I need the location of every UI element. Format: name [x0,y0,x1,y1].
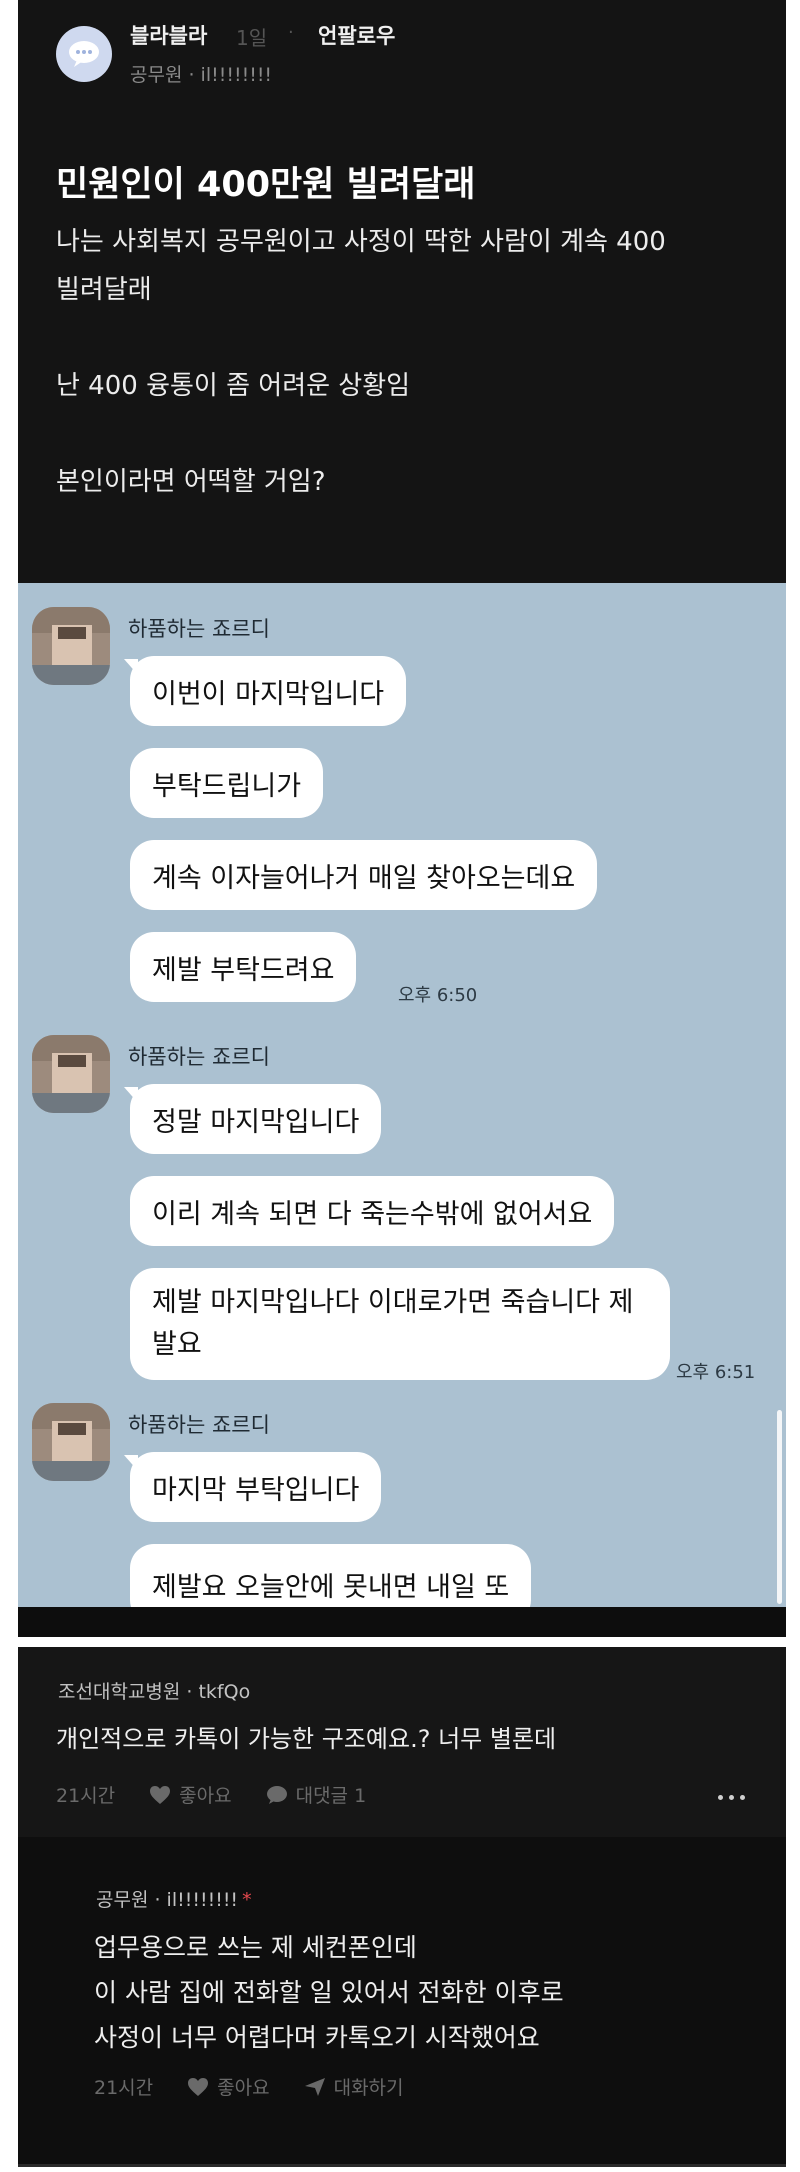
post-card: 블라블라 1일 · 언팔로우 공무원 · il!!!!!!!! 민원인이 400… [18,0,786,583]
chat-message: 이리 계속 되면 다 죽는수밖에 없어서요 [130,1176,615,1246]
comment-actions: 21시간 좋아요 대댓글 1 [56,1781,400,1808]
message-time: 오후 6:50 [398,985,478,1006]
chat-message: 제발요 오늘안에 못내면 내일 또 [130,1544,532,1607]
reply-button[interactable]: 대댓글 1 [266,1781,367,1808]
reply-time-group: 21시간 [94,2073,153,2100]
chat-message: 제발 부탁드려요 [130,932,357,1002]
like-button[interactable]: 좋아요 [149,1781,232,1808]
send-icon [304,2077,325,2096]
reply-time: 21시간 [94,2077,154,2099]
post-body-line: 난 400 융통이 좀 어려운 상황임 [56,371,411,401]
post-time: 1일 [236,26,268,50]
chat-scrollbar[interactable] [777,1410,782,1604]
like-label: 좋아요 [179,1785,232,1807]
post-body-line [56,410,756,458]
reply-line: 사정이 너무 어렵다며 카톡오기 시작했어요 [94,2023,540,2052]
speech-bubble-icon [266,1785,287,1804]
reply-comment: 공무원 · il!!!!!!!! * 업무용으로 쓰는 제 세컨폰인데 이 사람 … [18,1837,786,2164]
chat-label: 대화하기 [333,2077,404,2099]
chat-message: 계속 이자늘어나거 매일 찾아오는데요 [130,840,598,910]
more-options-icon[interactable] [718,1795,745,1800]
post-title: 민원인이 400만원 빌려달래 [56,165,476,205]
author-name[interactable]: 블라블라 [130,20,207,50]
chat-message: 부탁드립니가 [130,748,324,818]
post-body-line: 빌려달래 [56,275,152,305]
chat-screenshot: 하품하는 죠르디 이번이 마지막입니다 부탁드립니가 계속 이자늘어나거 매일 … [18,583,786,1607]
comment-time-group: 21시간 [56,1781,115,1808]
sender-avatar [32,607,110,685]
chat-message: 마지막 부탁입니다 [130,1452,382,1522]
sender-name: 하품하는 죠르디 [128,1045,270,1069]
sender-name: 하품하는 죠르디 [128,1413,270,1437]
author-avatar[interactable] [56,26,112,82]
comment-text: 개인적으로 카톡이 가능한 구조예요.? 너무 별론데 [56,1725,557,1753]
divider [18,2164,786,2167]
author-badge: * [242,1889,252,1911]
comment-author[interactable]: 조선대학교병원 · tkfQo [58,1677,250,1704]
comment-time: 21시간 [56,1785,116,1807]
heart-icon [188,2077,209,2096]
message-time: 오후 6:51 [676,1362,756,1383]
post-body-line: 본인이라면 어떡할 거임? [56,467,326,497]
comment: 조선대학교병원 · tkfQo 개인적으로 카톡이 가능한 구조예요.? 너무 … [18,1647,786,1837]
chat-message: 이번이 마지막입니다 [130,656,407,726]
reply-author[interactable]: 공무원 · il!!!!!!!! * [96,1885,252,1912]
post-body-line: 나는 사회복지 공무원이고 사정이 딱한 사람이 계속 400 [56,227,666,257]
like-button[interactable]: 좋아요 [187,2073,270,2100]
author-meta: 공무원 · il!!!!!!!! [130,64,273,86]
sender-avatar [32,1403,110,1481]
chat-bottom-bar [18,1607,786,1637]
post-body-line [56,314,756,362]
chat-button[interactable]: 대화하기 [304,2073,404,2100]
unfollow-button[interactable]: 언팔로우 [318,20,395,50]
reply-line: 업무용으로 쓰는 제 세컨폰인데 [94,1933,417,1962]
reply-label: 대댓글 1 [295,1785,367,1807]
reply-author-name: 공무원 · il!!!!!!!! [96,1889,239,1911]
reply-line: 이 사람 집에 전화할 일 있어서 전화한 이후로 [94,1978,564,2007]
chat-bubble-icon [69,41,99,67]
heart-icon [150,1785,171,1804]
chat-message: 정말 마지막입니다 [130,1084,382,1154]
chat-message: 제발 마지막입나다 이대로가면 죽습니다 제발요 [130,1268,670,1380]
like-label: 좋아요 [217,2077,270,2099]
reply-actions: 21시간 좋아요 대화하기 [94,2073,438,2100]
post-body: 나는 사회복지 공무원이고 사정이 딱한 사람이 계속 400 빌려달래 난 4… [56,218,756,506]
sender-avatar [32,1035,110,1113]
separator-dot: · [288,22,294,43]
sender-name: 하품하는 죠르디 [128,617,270,641]
reply-text: 업무용으로 쓰는 제 세컨폰인데 이 사람 집에 전화할 일 있어서 전화한 이… [94,1925,564,2060]
